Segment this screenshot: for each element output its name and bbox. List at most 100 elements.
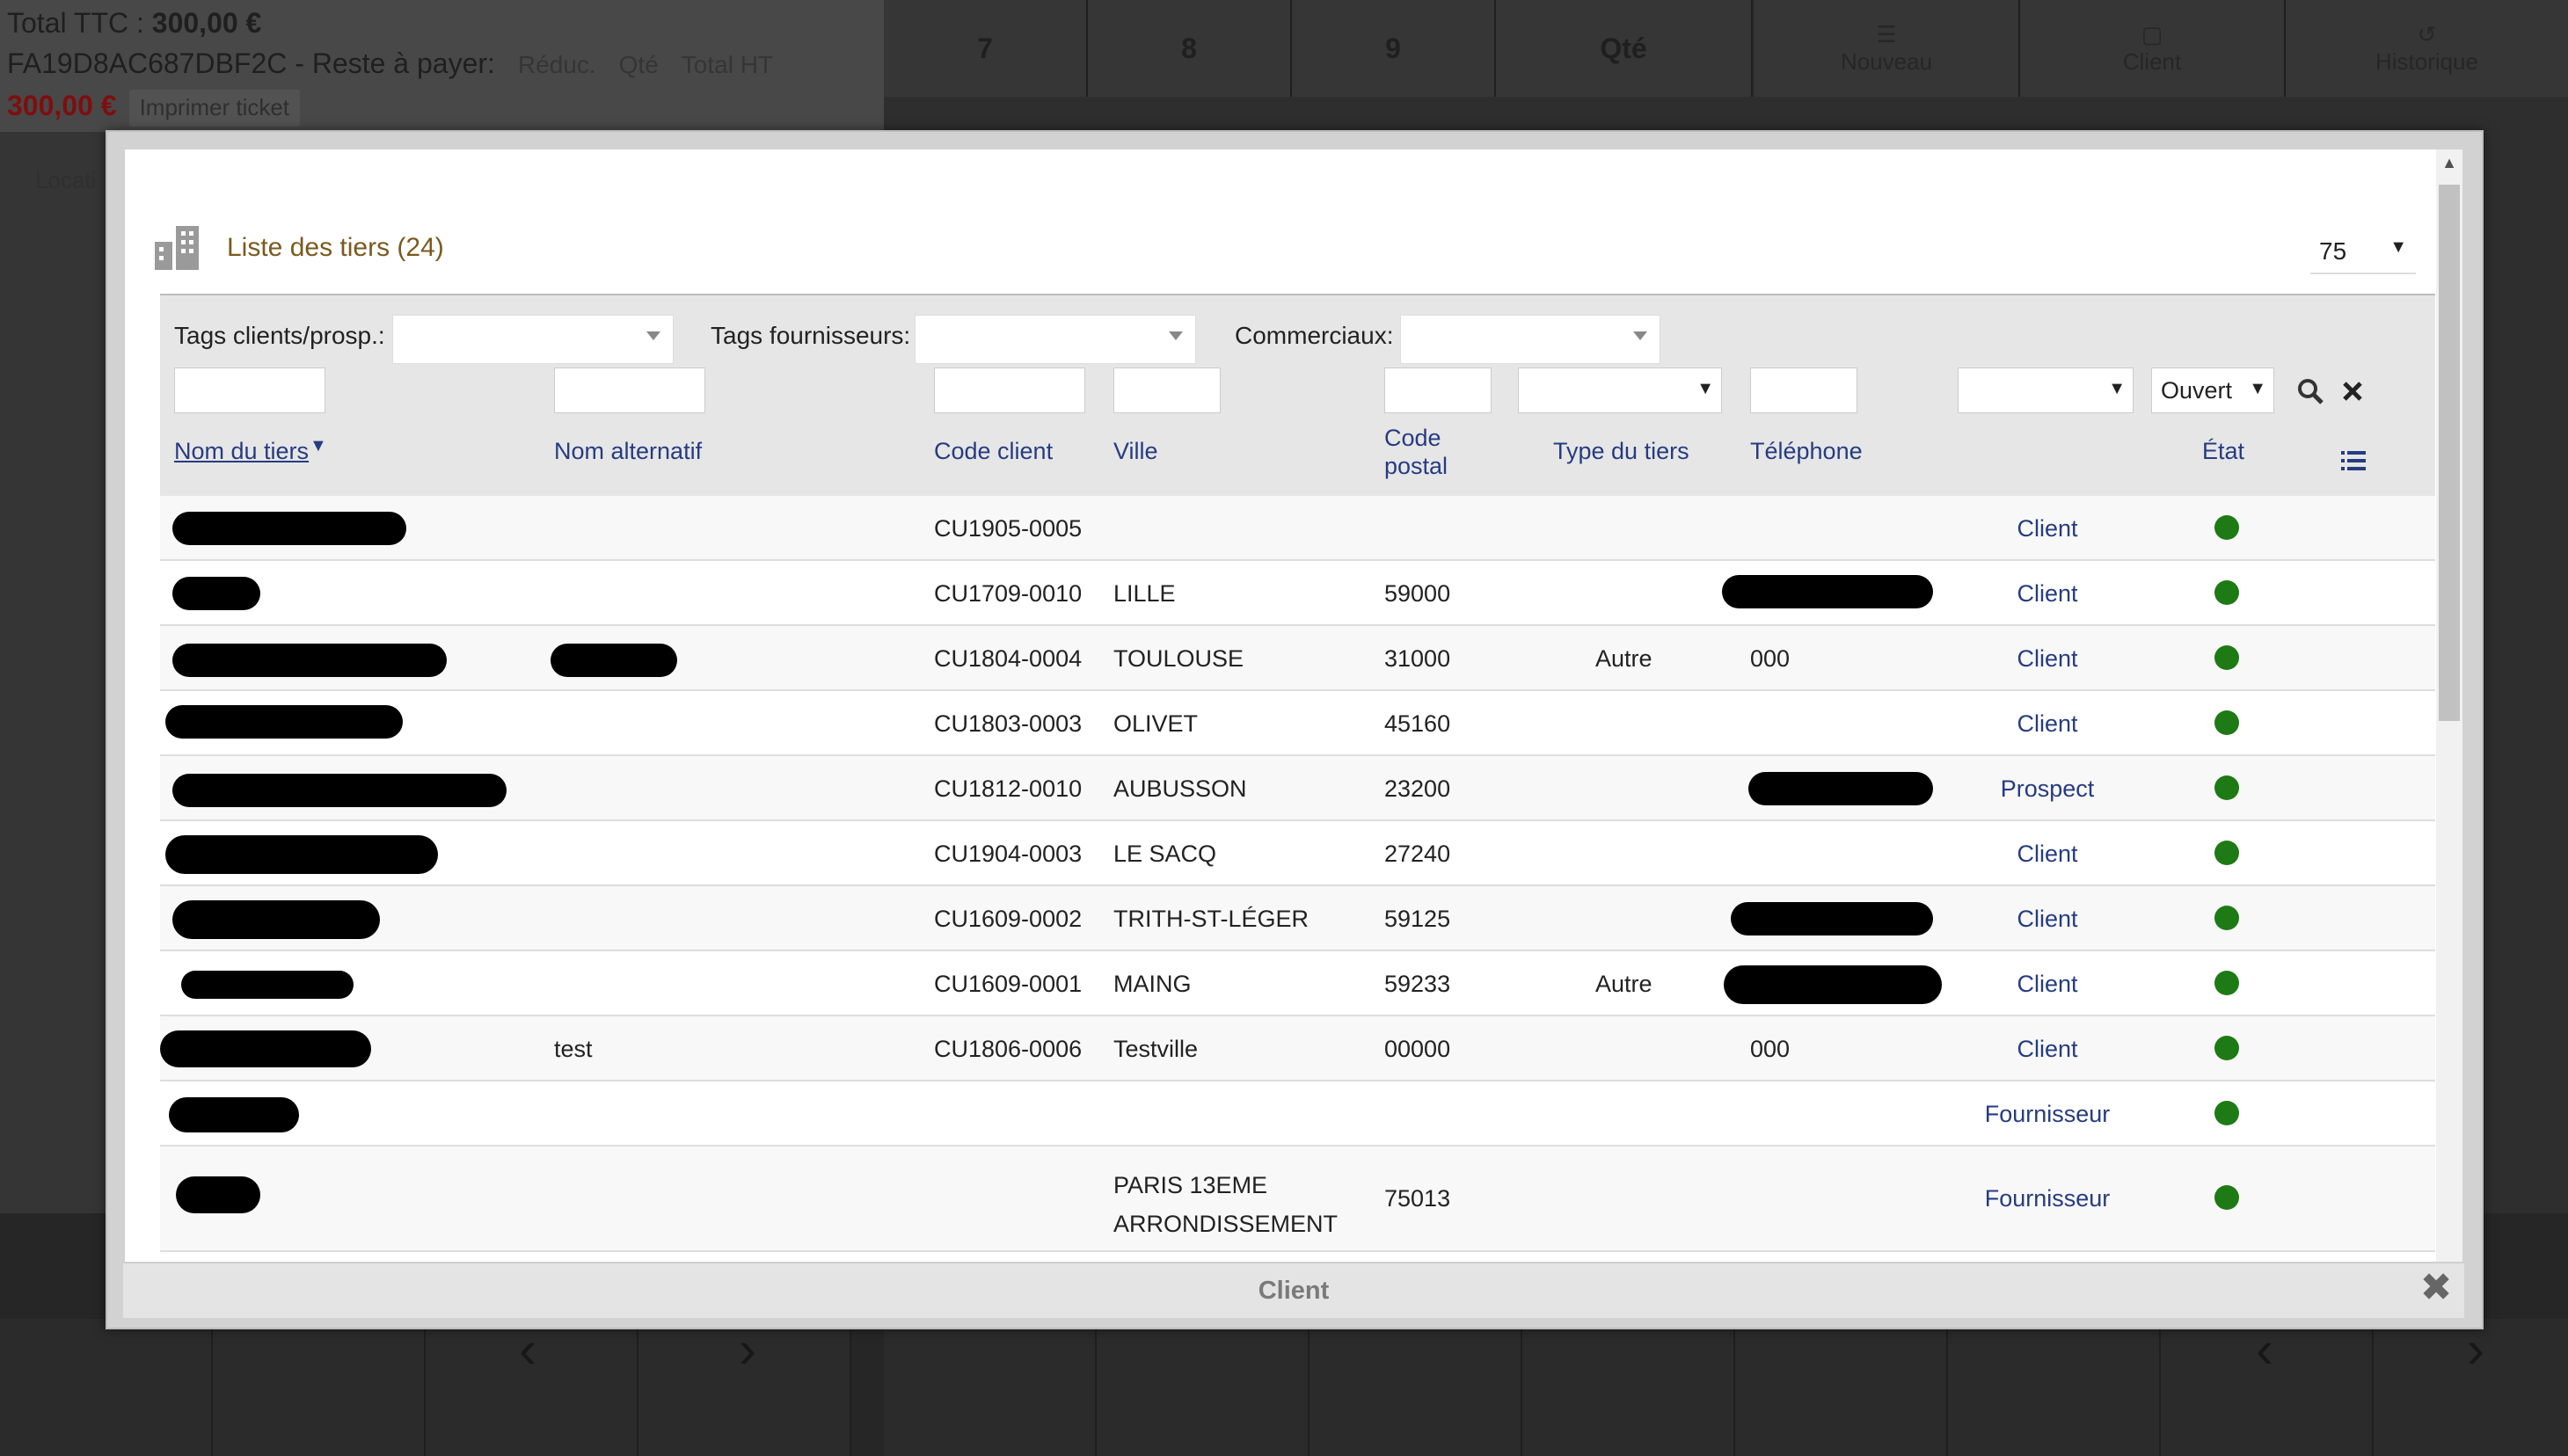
- modal-footer: Client ✖: [123, 1262, 2464, 1318]
- tags-clients-label: Tags clients/prosp.:: [174, 322, 385, 349]
- filter-status-value: Ouvert: [2161, 377, 2233, 404]
- sales-reps-label: Commerciaux:: [1235, 322, 1394, 349]
- cell-phone: 000: [1750, 1036, 1791, 1062]
- cell-nature: Client: [2017, 710, 2078, 737]
- col-header-town[interactable]: Ville: [1113, 438, 1158, 465]
- col-header-state[interactable]: État: [2202, 438, 2244, 465]
- table-row[interactable]: Fournisseur: [160, 1081, 2435, 1147]
- cell-nature: Client: [2017, 1036, 2078, 1062]
- filter-zip-input[interactable]: [1384, 368, 1492, 413]
- status-dot: [2214, 841, 2239, 865]
- col-header-code[interactable]: Code client: [934, 438, 1053, 465]
- page-limit-select[interactable]: 75 ▼: [2310, 229, 2416, 274]
- col-header-alt-name[interactable]: Nom alternatif: [554, 438, 702, 465]
- cell-nature: Client: [2017, 971, 2078, 997]
- redacted-name: [181, 971, 354, 999]
- page-limit-value: 75: [2319, 237, 2347, 265]
- cell-nature: Client: [2017, 580, 2078, 607]
- status-dot: [2214, 1036, 2239, 1060]
- tags-suppliers-select[interactable]: [915, 315, 1196, 364]
- status-dot: [2214, 1101, 2239, 1125]
- redacted-phone: [1722, 575, 1933, 608]
- filter-town-input[interactable]: [1113, 368, 1221, 413]
- table-row[interactable]: CU1904-0003 LE SACQ 27240 Client: [160, 821, 2435, 886]
- clear-filter-icon[interactable]: [2338, 376, 2367, 406]
- cell-code: CU1812-0010: [934, 775, 1083, 802]
- table-row[interactable]: PARIS 13EME ARRONDISSEMENT 75013 Fourniss…: [160, 1147, 2435, 1252]
- status-dot: [2214, 515, 2239, 540]
- sales-reps-select[interactable]: [1400, 315, 1660, 364]
- redacted-name: [172, 644, 447, 677]
- redacted-name: [165, 835, 438, 874]
- filter-code-input[interactable]: [934, 368, 1085, 413]
- modal-content: ▲ ▼ Liste des tiers (24) 75 ▼ Tags clien…: [125, 149, 2462, 1291]
- cell-zip: 00000: [1384, 1036, 1451, 1062]
- cell-nature: Client: [2017, 906, 2078, 932]
- col-header-name[interactable]: Nom du tiers: [174, 438, 309, 465]
- filter-phone-input[interactable]: [1750, 368, 1857, 413]
- redacted-phone: [1748, 772, 1933, 805]
- status-dot: [2214, 906, 2239, 930]
- sort-down-icon[interactable]: ▼: [310, 436, 327, 456]
- cell-zip: 75013: [1384, 1185, 1451, 1212]
- redacted-name: [169, 1097, 299, 1132]
- redacted-name: [172, 577, 260, 610]
- cell-town: TOULOUSE: [1113, 645, 1244, 672]
- table-row[interactable]: CU1905-0005 Client: [160, 496, 2435, 561]
- redacted-name: [176, 1176, 260, 1213]
- status-dot: [2214, 580, 2239, 605]
- cell-town: MAING: [1113, 971, 1192, 997]
- redacted-name: [172, 512, 406, 545]
- cell-nature: Client: [2017, 645, 2078, 672]
- cell-type: Autre: [1595, 645, 1652, 672]
- filter-alt-name-input[interactable]: [554, 368, 705, 413]
- cell-town: OLIVET: [1113, 710, 1199, 737]
- filter-status-select[interactable]: Ouvert ▼: [2151, 368, 2274, 413]
- cell-alt-name: test: [554, 1036, 593, 1062]
- cell-zip: 31000: [1384, 645, 1451, 672]
- redacted-name: [172, 774, 507, 807]
- table-row[interactable]: CU1804-0004 TOULOUSE 31000 Autre 000 Cli…: [160, 626, 2435, 691]
- table-row[interactable]: CU1803-0003 OLIVET 45160 Client: [160, 691, 2435, 756]
- close-icon[interactable]: ✖: [2417, 1269, 2455, 1307]
- col-header-type[interactable]: Type du tiers: [1553, 438, 1689, 465]
- cell-zip: 23200: [1384, 775, 1451, 802]
- table-row[interactable]: CU1812-0010 AUBUSSON 23200 Prospect: [160, 756, 2435, 821]
- cell-type: Autre: [1595, 971, 1652, 997]
- cell-zip: 59000: [1384, 580, 1451, 607]
- cell-zip: 59233: [1384, 971, 1451, 997]
- redacted-phone: [1731, 902, 1933, 935]
- status-dot: [2214, 775, 2239, 800]
- cell-code: CU1904-0003: [934, 841, 1083, 867]
- cell-zip: 45160: [1384, 710, 1451, 737]
- cell-zip: 27240: [1384, 841, 1451, 867]
- status-dot: [2214, 1185, 2239, 1210]
- filter-name-input[interactable]: [174, 368, 325, 413]
- col-header-zip[interactable]: Code postal: [1384, 424, 1448, 480]
- table-row[interactable]: CU1709-0010 LILLE 59000 Client: [160, 561, 2435, 626]
- search-icon[interactable]: [2295, 376, 2325, 406]
- filter-type-select[interactable]: ▼: [1518, 368, 1722, 413]
- table-row[interactable]: CU1609-0002 TRITH-ST-LÉGER 59125 Client: [160, 886, 2435, 951]
- table-row[interactable]: CU1609-0001 MAING 59233 Autre Client: [160, 951, 2435, 1016]
- status-dot: [2214, 645, 2239, 670]
- cell-code: CU1803-0003: [934, 710, 1083, 737]
- scroll-up-icon[interactable]: ▲: [2436, 149, 2462, 176]
- cell-code: CU1804-0004: [934, 645, 1083, 672]
- filter-nature-select[interactable]: ▼: [1958, 368, 2134, 413]
- cell-code: CU1709-0010: [934, 580, 1083, 607]
- list-columns-icon[interactable]: [2339, 447, 2367, 475]
- list-header: Liste des tiers (24): [151, 222, 444, 274]
- status-dot: [2214, 710, 2239, 735]
- scrollbar[interactable]: ▲ ▼: [2436, 149, 2462, 1291]
- cell-code: CU1609-0002: [934, 906, 1083, 932]
- redacted-alt-name: [551, 644, 677, 677]
- redacted-name: [172, 900, 380, 939]
- tags-clients-select[interactable]: [392, 315, 674, 364]
- filter-area: Tags clients/prosp.: Tags fournisseurs: …: [160, 294, 2435, 499]
- table-row[interactable]: test CU1806-0006 Testville 00000 000 Cli…: [160, 1016, 2435, 1081]
- scrollbar-thumb[interactable]: [2439, 185, 2460, 721]
- cell-town: TRITH-ST-LÉGER: [1113, 906, 1310, 932]
- cell-town: LILLE: [1113, 580, 1176, 607]
- col-header-phone[interactable]: Téléphone: [1750, 438, 1863, 465]
